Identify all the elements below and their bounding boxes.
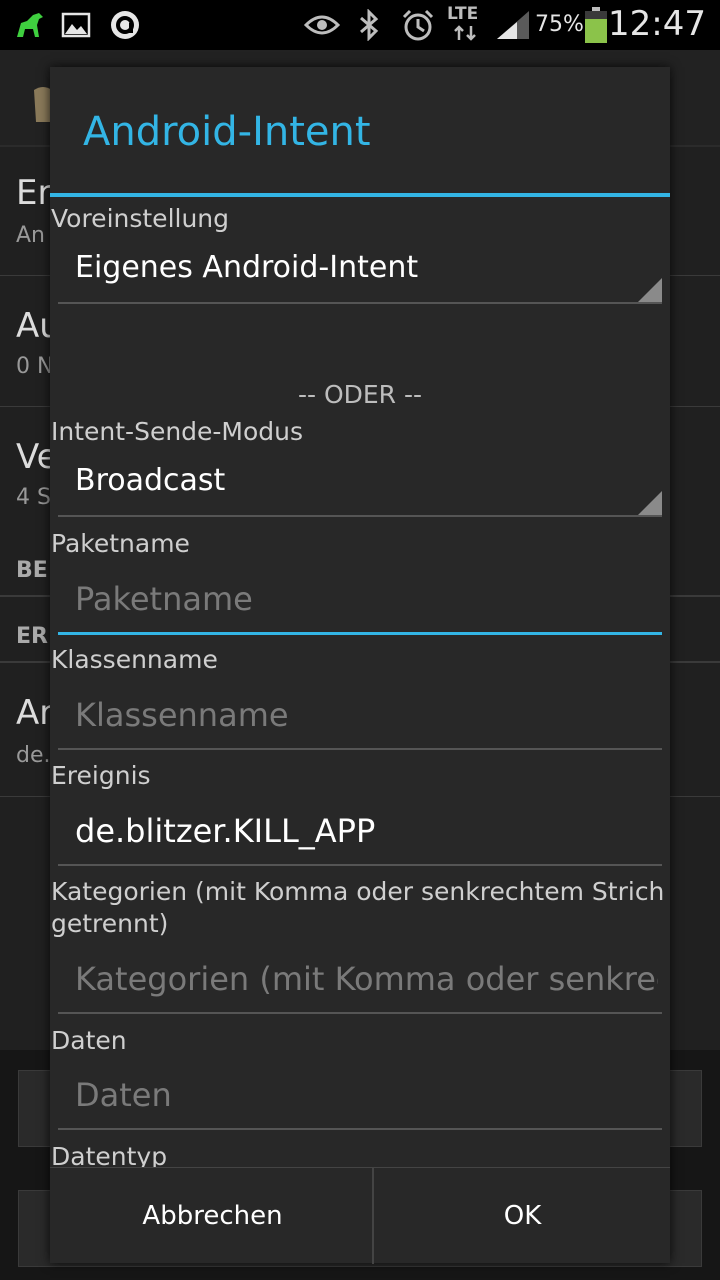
class-input[interactable]: [58, 684, 658, 746]
class-field[interactable]: [58, 684, 662, 750]
dialog-button-bar: Abbrechen OK: [50, 1167, 670, 1264]
spinner-triangle-icon: [638, 278, 662, 302]
circle-a-icon: [108, 8, 142, 42]
data-label: Daten: [51, 1026, 127, 1055]
eye-icon: [304, 8, 340, 42]
signal-icon: [494, 8, 532, 42]
battery-percent: 75%: [535, 12, 584, 37]
app-dino-icon: [12, 8, 46, 42]
data-arrows-icon: [450, 24, 480, 42]
dialog-title: Android-Intent: [83, 109, 371, 155]
package-field[interactable]: [58, 568, 662, 635]
data-field[interactable]: [58, 1064, 662, 1130]
bluetooth-icon: [356, 8, 382, 42]
or-separator: -- ODER --: [297, 380, 423, 409]
datatype-label: Datentyp: [51, 1142, 168, 1167]
event-field[interactable]: [58, 800, 662, 866]
ok-button[interactable]: OK: [368, 1168, 677, 1264]
section-header: ER: [16, 624, 48, 649]
send-mode-label: Intent-Sende-Modus: [51, 417, 304, 446]
android-intent-dialog: Android-Intent Voreinstellung Eigenes An…: [50, 67, 670, 1264]
status-bar: LTE 75% 12:47: [0, 0, 720, 50]
lte-icon: LTE: [447, 4, 479, 24]
preset-label: Voreinstellung: [51, 204, 230, 233]
dialog-content[interactable]: Voreinstellung Eigenes Android-Intent --…: [50, 197, 670, 1167]
status-time: 12:47: [608, 4, 706, 44]
cancel-button[interactable]: Abbrechen: [58, 1168, 367, 1264]
categories-label: Kategorien (mit Komma oder senkrechtem S…: [51, 877, 665, 906]
battery-icon: [583, 7, 609, 43]
package-label: Paketname: [51, 529, 190, 558]
preset-spinner[interactable]: Eigenes Android-Intent: [58, 238, 662, 304]
data-input[interactable]: [58, 1064, 658, 1126]
section-header: BE: [16, 558, 48, 583]
alarm-icon: [400, 8, 436, 42]
event-label: Ereignis: [51, 761, 151, 790]
event-input[interactable]: [58, 800, 658, 862]
send-mode-value: Broadcast: [75, 463, 226, 498]
categories-label-line2: getrennt): [51, 909, 169, 938]
preset-value: Eigenes Android-Intent: [75, 250, 419, 285]
image-icon: [60, 8, 92, 42]
send-mode-spinner[interactable]: Broadcast: [58, 451, 662, 517]
categories-field[interactable]: [58, 948, 662, 1014]
class-label: Klassenname: [51, 645, 218, 674]
package-input[interactable]: [58, 568, 658, 630]
categories-input[interactable]: [58, 948, 658, 1010]
spinner-triangle-icon: [638, 491, 662, 515]
